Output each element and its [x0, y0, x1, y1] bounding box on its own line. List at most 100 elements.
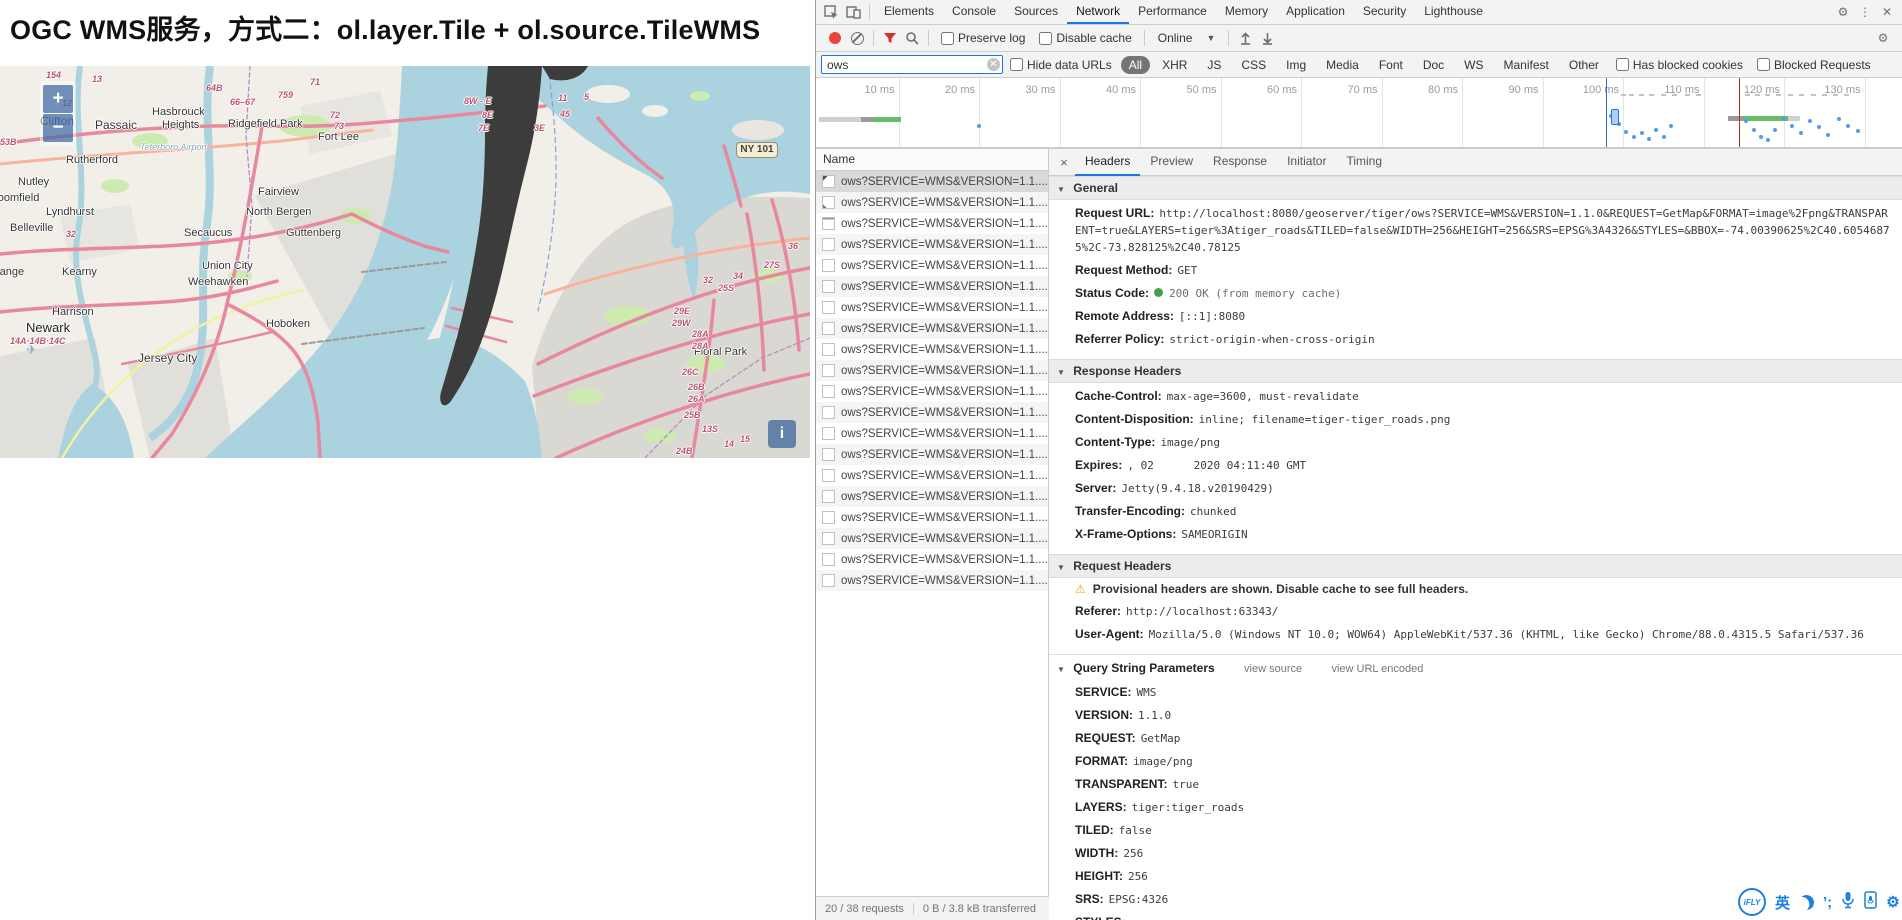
detail-tab[interactable]: Initiator [1277, 149, 1336, 176]
view-source-link[interactable]: view source [1244, 663, 1302, 675]
network-overview[interactable]: 10 ms20 ms30 ms40 ms50 ms60 ms70 ms80 ms… [816, 78, 1902, 148]
openlayers-map[interactable]: CliftonPassaicHasbrouckHeightsRidgefield… [0, 66, 810, 458]
request-row[interactable]: ows?SERVICE=WMS&VERSION=1.1.... [816, 213, 1048, 234]
overview-dash [1672, 94, 1677, 96]
inspect-icon[interactable] [820, 2, 842, 22]
request-headers-section-header[interactable]: ▼ Request Headers [1049, 554, 1902, 578]
request-name: ows?SERVICE=WMS&VERSION=1.1.... [841, 365, 1048, 377]
detail-tab[interactable]: Headers [1075, 149, 1140, 176]
header-name: Request URL: [1075, 206, 1154, 220]
kebab-menu-icon[interactable]: ⋮ [1854, 2, 1876, 22]
devtools-tab[interactable]: Elements [875, 0, 943, 24]
hide-data-urls-checkbox[interactable]: Hide data URLs [1010, 58, 1112, 72]
close-devtools-icon[interactable]: ✕ [1876, 2, 1898, 22]
ime-logo[interactable]: iFLY [1738, 888, 1766, 916]
settings-gear-icon[interactable]: ⚙ [1832, 2, 1854, 22]
devtools-tab[interactable]: Security [1354, 0, 1415, 24]
type-filter[interactable]: Img [1278, 56, 1314, 74]
preserve-log-input[interactable] [941, 32, 954, 45]
general-section-header[interactable]: ▼ General [1049, 176, 1902, 200]
detail-tab[interactable]: Preview [1140, 149, 1203, 176]
voice-keyboard-icon[interactable] [1864, 891, 1877, 914]
response-headers-section-header[interactable]: ▼ Response Headers [1049, 359, 1902, 383]
export-har-icon[interactable] [1256, 28, 1278, 48]
request-row[interactable]: ows?SERVICE=WMS&VERSION=1.1.... [816, 444, 1048, 465]
network-settings-gear-icon[interactable]: ⚙ [1872, 28, 1894, 48]
header-row: X-Frame-Options:SAMEORIGIN [1049, 523, 1902, 546]
request-row[interactable]: ows?SERVICE=WMS&VERSION=1.1.... [816, 171, 1048, 192]
request-row[interactable]: ows?SERVICE=WMS&VERSION=1.1.... [816, 570, 1048, 591]
request-row[interactable]: ows?SERVICE=WMS&VERSION=1.1.... [816, 549, 1048, 570]
import-har-icon[interactable] [1234, 28, 1256, 48]
request-row[interactable]: ows?SERVICE=WMS&VERSION=1.1.... [816, 402, 1048, 423]
type-filter[interactable]: XHR [1154, 56, 1195, 74]
devtools-tab[interactable]: Network [1067, 0, 1129, 24]
type-filter[interactable]: WS [1456, 56, 1491, 74]
param-value: true [1172, 778, 1199, 791]
devtools-tab[interactable]: Application [1277, 0, 1354, 24]
request-row[interactable]: ows?SERVICE=WMS&VERSION=1.1.... [816, 465, 1048, 486]
clear-filter-icon[interactable]: ✕ [987, 58, 1000, 71]
filter-funnel-icon[interactable] [879, 28, 901, 48]
ime-punctuation-toggle[interactable]: ’; [1823, 894, 1832, 911]
search-icon[interactable] [901, 28, 923, 48]
devtools-tab[interactable]: Sources [1005, 0, 1067, 24]
ime-language-toggle[interactable]: 英 [1775, 892, 1790, 913]
devtools-tab[interactable]: Performance [1129, 0, 1216, 24]
request-row[interactable]: ows?SERVICE=WMS&VERSION=1.1.... [816, 339, 1048, 360]
view-url-encoded-link[interactable]: view URL encoded [1331, 663, 1423, 675]
close-detail-icon[interactable]: × [1053, 155, 1075, 170]
type-filter[interactable]: All [1121, 56, 1150, 74]
map-label: 5 [584, 92, 589, 102]
request-row[interactable]: ows?SERVICE=WMS&VERSION=1.1.... [816, 528, 1048, 549]
devtools-tab[interactable]: Console [943, 0, 1005, 24]
microphone-icon[interactable] [1841, 891, 1855, 914]
filter-input[interactable]: ows ✕ [821, 55, 1003, 74]
map-label: Union City [202, 260, 253, 272]
has-blocked-cookies-checkbox[interactable]: Has blocked cookies [1616, 58, 1743, 72]
type-filter[interactable]: CSS [1233, 56, 1274, 74]
request-row[interactable]: ows?SERVICE=WMS&VERSION=1.1.... [816, 360, 1048, 381]
hide-data-urls-input[interactable] [1010, 58, 1023, 71]
attribution-button[interactable]: i [768, 420, 796, 448]
preserve-log-checkbox[interactable]: Preserve log [941, 31, 1025, 45]
has-blocked-cookies-input[interactable] [1616, 58, 1629, 71]
type-filter[interactable]: Media [1318, 56, 1367, 74]
request-row[interactable]: ows?SERVICE=WMS&VERSION=1.1.... [816, 507, 1048, 528]
record-button[interactable] [824, 28, 846, 48]
overview-bar [819, 117, 861, 122]
name-column-header[interactable]: Name [816, 149, 1048, 171]
detail-tab[interactable]: Response [1203, 149, 1277, 176]
type-filter[interactable]: JS [1199, 56, 1229, 74]
disable-cache-checkbox[interactable]: Disable cache [1039, 31, 1131, 45]
request-row[interactable]: ows?SERVICE=WMS&VERSION=1.1.... [816, 255, 1048, 276]
type-filter[interactable]: Manifest [1496, 56, 1557, 74]
clear-button[interactable] [846, 28, 868, 48]
request-row[interactable]: ows?SERVICE=WMS&VERSION=1.1.... [816, 486, 1048, 507]
request-row[interactable]: ows?SERVICE=WMS&VERSION=1.1.... [816, 234, 1048, 255]
request-row[interactable]: ows?SERVICE=WMS&VERSION=1.1.... [816, 423, 1048, 444]
type-filter[interactable]: Doc [1415, 56, 1452, 74]
device-toolbar-icon[interactable] [842, 2, 864, 22]
devtools-tab[interactable]: Memory [1216, 0, 1277, 24]
request-row[interactable]: ows?SERVICE=WMS&VERSION=1.1.... [816, 381, 1048, 402]
type-filter[interactable]: Font [1371, 56, 1411, 74]
zoom-in-button[interactable]: + [43, 85, 73, 113]
disable-cache-input[interactable] [1039, 32, 1052, 45]
zoom-out-button[interactable]: − [43, 114, 73, 142]
devtools-tab[interactable]: Lighthouse [1415, 0, 1492, 24]
header-row: Referer:http://localhost:63343/ [1049, 600, 1902, 623]
blocked-requests-input[interactable] [1757, 58, 1770, 71]
overview-dot [1647, 137, 1651, 141]
detail-tab[interactable]: Timing [1336, 149, 1392, 176]
type-filter[interactable]: Other [1561, 56, 1607, 74]
query-string-section-header[interactable]: ▼ Query String Parameters view source vi… [1049, 654, 1902, 679]
throttling-dropdown[interactable]: Online ▼ [1158, 31, 1216, 45]
request-row[interactable]: ows?SERVICE=WMS&VERSION=1.1.... [816, 192, 1048, 213]
request-row[interactable]: ows?SERVICE=WMS&VERSION=1.1.... [816, 297, 1048, 318]
request-row[interactable]: ows?SERVICE=WMS&VERSION=1.1.... [816, 318, 1048, 339]
ime-settings-gear-icon[interactable]: ⚙ [1886, 893, 1899, 911]
blocked-requests-checkbox[interactable]: Blocked Requests [1757, 58, 1871, 72]
request-row[interactable]: ows?SERVICE=WMS&VERSION=1.1.... [816, 276, 1048, 297]
moon-icon[interactable] [1797, 893, 1815, 911]
